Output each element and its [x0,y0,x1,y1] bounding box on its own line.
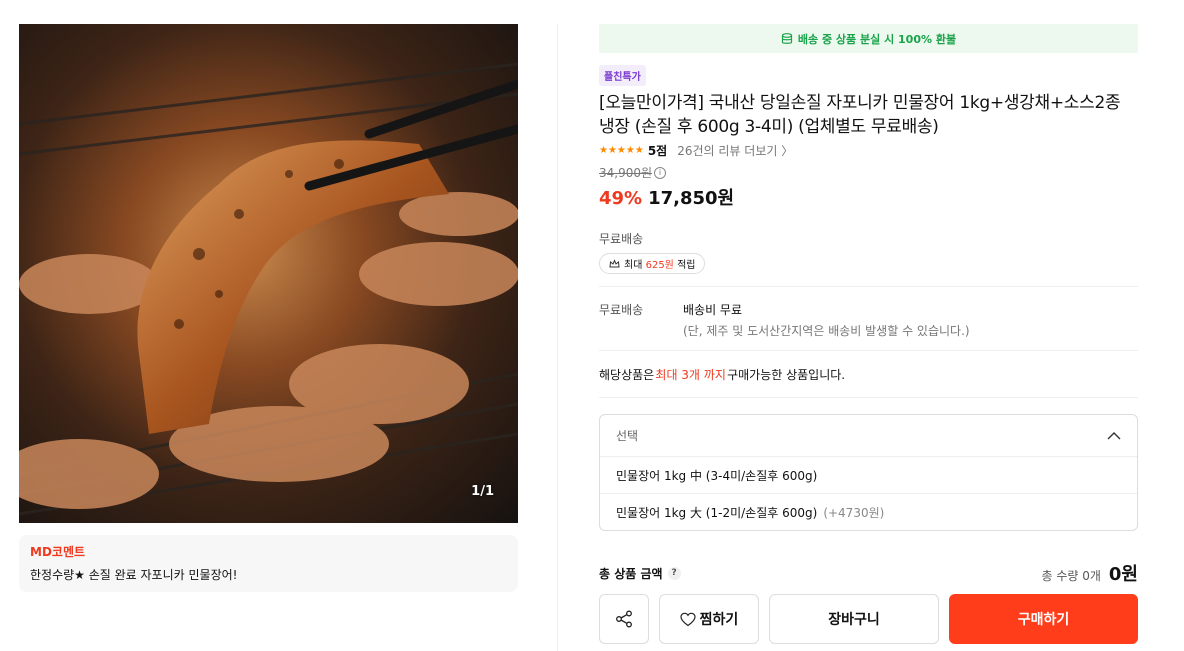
original-price: 34,900원 [599,166,653,180]
option-select-label: 선택 [616,429,639,443]
rating-score: 5점 [647,143,668,158]
shipping-detail: 무료배송 배송비 무료 (단, 제주 및 도서산간지역은 배송비 발생할 수 있… [599,287,1138,350]
limit-suffix: 구매가능한 상품입니다. [727,367,846,382]
product-title: [오늘만이가격] 국내산 당일손질 자포니카 민물장어 1kg+생강채+소스2종… [599,93,1121,137]
total-label: 총 상품 금액 [599,566,663,581]
option-item-extra: (+4730원) [823,505,885,520]
option-select-header[interactable]: 선택 [600,415,1137,456]
total-summary: 총 수량 0개 0원 [1041,560,1138,586]
action-buttons: 찜하기 장바구니 구매하기 [599,594,1138,644]
column-divider [557,24,558,651]
wishlist-button[interactable]: 찜하기 [659,594,759,644]
heart-icon [680,612,696,626]
original-price-row: 34,900원 i [599,164,1138,181]
refund-banner: 배송 중 상품 분실 시 100% 환불 [599,24,1138,53]
product-image[interactable]: 1/1 [19,24,518,523]
purchase-limit-text: 해당상품은 최대 3개 까지 구매가능한 상품입니다. [599,351,1138,397]
point-suffix: 적립 [673,260,696,271]
database-icon [781,32,793,44]
md-comment-title: MD코멘트 [30,545,86,559]
point-chip[interactable]: 최대 625원 적립 [599,253,706,274]
sale-price: 17,850원 [648,188,735,209]
point-amount: 625원 [645,260,674,271]
option-item[interactable]: 민물장어 1kg 大 (1-2미/손질후 600g) (+4730원) [600,493,1137,530]
share-button[interactable] [599,594,649,644]
sale-price-row: 49% 17,850원 [599,184,1138,210]
share-icon [616,610,632,628]
option-select[interactable]: 선택 민물장어 1kg 中 (3-4미/손질후 600g) 민물장어 1kg 大… [599,414,1138,531]
discount-rate: 49% [599,188,643,209]
limit-highlight: 최대 3개 까지 [655,367,726,382]
option-item-label: 민물장어 1kg 大 (1-2미/손질후 600g) [616,505,818,520]
info-icon[interactable]: i [654,166,667,179]
crown-icon [609,258,620,267]
review-link[interactable]: 26건의 리뷰 더보기 〉 [677,142,793,159]
md-comment-text: 한정수량★ 손질 완료 자포니카 민물장어! [30,568,238,582]
star-rating-icon: ★★★★★ [599,144,644,156]
buy-now-button[interactable]: 구매하기 [949,594,1138,644]
divider [599,397,1138,398]
shipping-fee: 배송비 무료 [683,303,743,317]
option-item-label: 민물장어 1kg 中 (3-4미/손질후 600g) [616,468,818,483]
grilled-eel-illustration [19,62,518,516]
cart-label: 장바구니 [828,612,880,628]
total-row: 총 상품 금액 ? 총 수량 0개 0원 [599,560,1138,586]
refund-banner-text: 배송 중 상품 분실 시 100% 환불 [797,32,957,46]
image-counter: 1/1 [471,484,494,499]
buy-label: 구매하기 [1017,612,1070,628]
total-quantity: 총 수량 0개 [1041,569,1101,583]
shipping-detail-key: 무료배송 [599,303,644,317]
total-label-wrap: 총 상품 금액 ? [599,565,681,582]
product-info: 배송 중 상품 분실 시 100% 환불 플친특가 [오늘만이가격] 국내산 당… [599,24,1138,644]
shipping-label: 무료배송 [599,232,644,246]
total-amount: 0원 [1108,564,1138,585]
chevron-up-icon[interactable] [1107,431,1121,440]
md-comment-box: MD코멘트 한정수량★ 손질 완료 자포니카 민물장어! [19,535,518,592]
help-icon[interactable]: ? [667,566,681,580]
rating-row: ★★★★★ 5점 26건의 리뷰 더보기 〉 [599,141,1138,159]
promo-badge: 플친특가 [599,65,646,86]
option-item[interactable]: 민물장어 1kg 中 (3-4미/손질후 600g) [600,456,1137,493]
limit-prefix: 해당상품은 [599,367,655,382]
product-gallery: 1/1 MD코멘트 한정수량★ 손질 완료 자포니카 민물장어! [19,24,518,592]
point-prefix: 최대 [624,260,646,271]
shipping-note: (단, 제주 및 도서산간지역은 배송비 발생할 수 있습니다.) [683,324,970,338]
add-to-cart-button[interactable]: 장바구니 [769,594,939,644]
wishlist-label: 찜하기 [699,612,739,628]
